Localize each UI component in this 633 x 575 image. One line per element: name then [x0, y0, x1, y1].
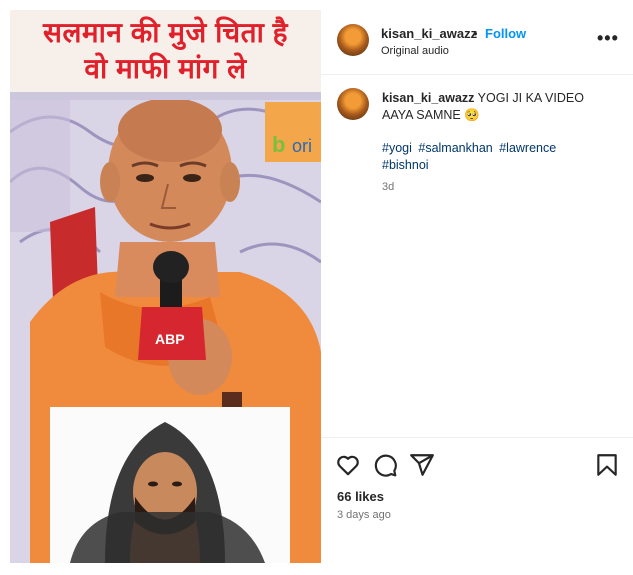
- author-avatar[interactable]: [337, 24, 369, 56]
- comment-icon[interactable]: [372, 452, 398, 478]
- hashtag[interactable]: #yogi: [382, 141, 412, 155]
- separator-dot: •: [473, 26, 478, 41]
- post-media[interactable]: सलमान की मुजे चिता है वो माफी मांग ले b …: [10, 10, 321, 563]
- share-icon[interactable]: [409, 452, 435, 478]
- svg-text:b: b: [272, 132, 285, 157]
- audio-label[interactable]: Original audio: [381, 45, 449, 57]
- hashtag-list: #yogi #salmankhan #lawrence #bishnoi: [382, 140, 592, 174]
- overlay-line-2: वो माफी मांग ले: [84, 53, 247, 84]
- author-username[interactable]: kisan_ki_awazz: [381, 26, 477, 41]
- caption-time[interactable]: 3d: [382, 181, 394, 193]
- mic-flag-label: ABP: [155, 331, 185, 347]
- like-count[interactable]: 66 likes: [337, 489, 384, 504]
- more-options-icon[interactable]: •••: [597, 28, 619, 49]
- caption-avatar[interactable]: [337, 88, 369, 120]
- heart-icon[interactable]: [335, 452, 361, 478]
- caption-username[interactable]: kisan_ki_awazz: [382, 91, 474, 105]
- post-header: kisan_ki_awazz • Follow Original audio •…: [321, 0, 633, 75]
- post-date: 3 days ago: [337, 509, 391, 521]
- hashtag[interactable]: #salmankhan: [418, 141, 492, 155]
- video-text-overlay: सलमान की मुजे चिता है वो माफी मांग ले: [10, 10, 321, 92]
- follow-button[interactable]: Follow: [485, 26, 526, 41]
- bookmark-icon[interactable]: [594, 452, 620, 478]
- hashtag[interactable]: #lawrence: [499, 141, 556, 155]
- video-frame: b ori ABP: [10, 92, 321, 563]
- instagram-post: सलमान की मुजे चिता है वो माफी मांग ले b …: [0, 0, 633, 575]
- overlay-line-1: सलमान की मुजे चिता है: [43, 17, 288, 48]
- svg-text:ori: ori: [292, 136, 312, 156]
- hashtag[interactable]: #bishnoi: [382, 158, 429, 172]
- caption-text: kisan_ki_awazz YOGI JI KA VIDEO AAYA SAM…: [382, 90, 592, 124]
- post-sidebar: kisan_ki_awazz • Follow Original audio •…: [321, 0, 633, 575]
